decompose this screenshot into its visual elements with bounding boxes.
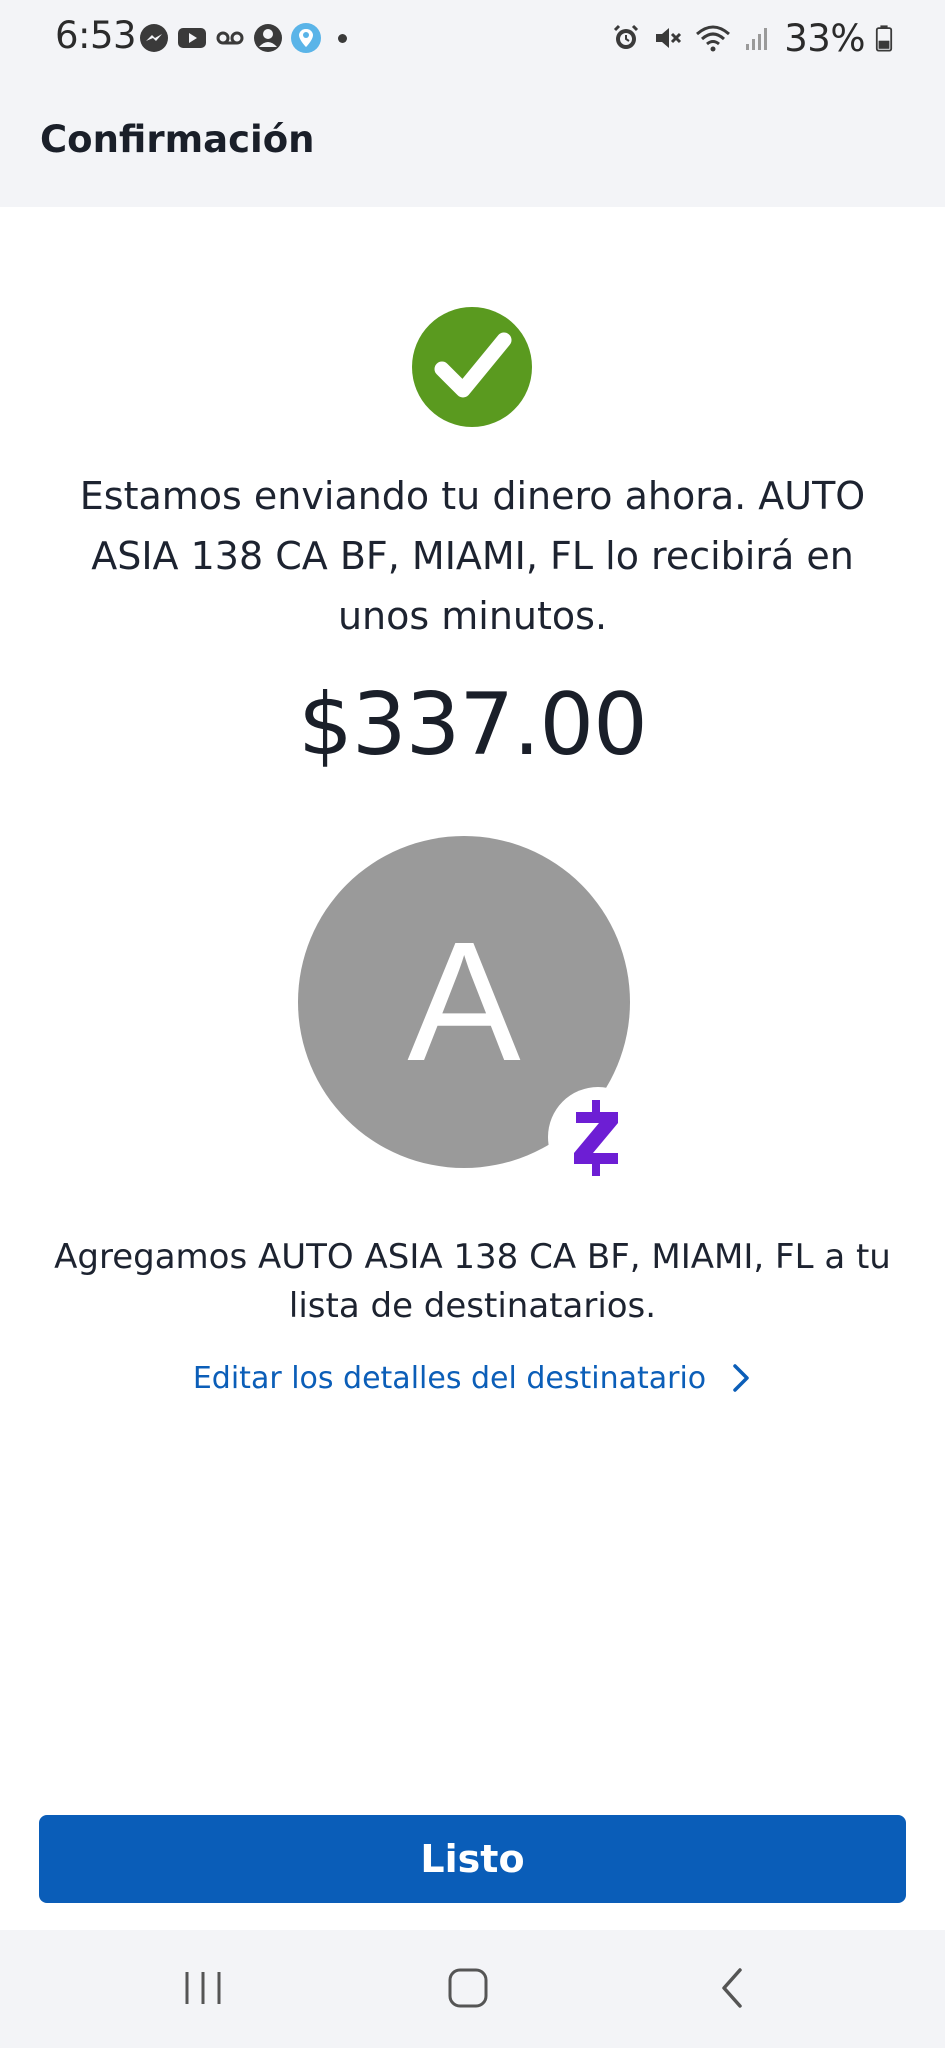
voicemail-icon: [216, 31, 244, 45]
battery-percent: 33%: [784, 16, 865, 60]
youtube-icon: [178, 28, 206, 48]
messenger-icon: [140, 24, 168, 52]
checkmark-icon: [434, 332, 512, 398]
page-title: Confirmación: [40, 118, 315, 161]
mute-icon: [656, 28, 682, 48]
navigation-bar: [0, 1930, 945, 2048]
confirmation-message: Estamos enviando tu dinero ahora. AUTO A…: [79, 474, 866, 638]
notification-dot: [338, 33, 347, 43]
check-circle-icon: [412, 307, 532, 427]
status-time: 6:53: [55, 14, 137, 57]
account-icon: [254, 24, 282, 52]
edit-recipient-link[interactable]: Editar los detalles del destinatario: [0, 1356, 945, 1400]
back-icon[interactable]: [702, 1962, 762, 2014]
home-icon[interactable]: [438, 1962, 498, 2014]
notification-icons: [138, 20, 347, 56]
system-icons: 33%: [610, 16, 893, 60]
edit-recipient-label: Editar los detalles del destinatario: [192, 1360, 707, 1396]
signal-icon: [746, 28, 768, 50]
location-icon: [291, 23, 321, 53]
chevron-right-icon: [733, 1364, 749, 1392]
done-button[interactable]: Listo: [39, 1815, 906, 1903]
recent-apps-icon[interactable]: [173, 1962, 233, 2014]
status-bar: 6:53 33%: [0, 0, 945, 76]
recipient-added-note: Agregamos AUTO ASIA 138 CA BF, MIAMI, FL…: [54, 1237, 891, 1326]
transfer-amount: $337.00: [298, 675, 648, 775]
alarm-icon: [614, 24, 639, 49]
zelle-logo-icon: [574, 1100, 618, 1176]
battery-icon: [875, 25, 893, 52]
wifi-icon: [696, 25, 731, 52]
zelle-icon: [548, 1087, 648, 1187]
app-header: Confirmación: [0, 76, 945, 207]
